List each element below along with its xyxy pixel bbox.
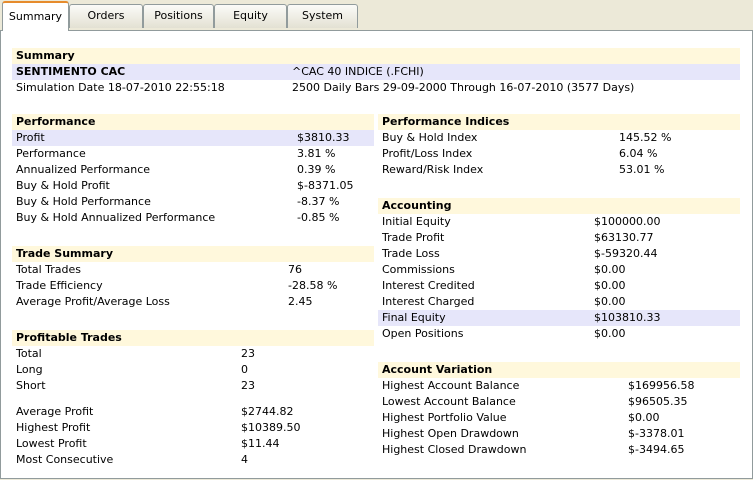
accounting-value: $103810.33 — [594, 311, 661, 324]
account-variation-value: $0.00 — [628, 411, 660, 424]
performance-indices-label: Buy & Hold Index — [382, 131, 478, 144]
performance-indices-header: Performance Indices — [378, 114, 740, 130]
accounting-value: $0.00 — [594, 263, 626, 276]
instrument-name: ^CAC 40 INDICE (.FCHI) — [292, 65, 424, 78]
accounting-label: Trade Loss — [382, 247, 440, 260]
profitable-trades-label: Lowest Profit — [16, 437, 87, 450]
tab-orders[interactable]: Orders — [69, 4, 143, 28]
account-variation-value: $96505.35 — [628, 395, 688, 408]
performance-indices-value: 6.04 % — [619, 147, 658, 160]
trade-summary-label: Trade Efficiency — [16, 279, 103, 292]
trade-summary-label: Average Profit/Average Loss — [16, 295, 170, 308]
trade-summary-value: 2.45 — [288, 295, 313, 308]
performance-label: Profit — [16, 131, 45, 144]
trade-summary-value: 76 — [288, 263, 302, 276]
summary-panel: Summary SENTIMENTO CAC ^CAC 40 INDICE (.… — [0, 30, 753, 479]
trade-summary-label: Total Trades — [16, 263, 82, 276]
performance-label: Buy & Hold Performance — [16, 195, 151, 208]
accounting-value: $63130.77 — [594, 231, 654, 244]
tab-summary[interactable]: Summary — [2, 1, 69, 31]
accounting-value: $0.00 — [594, 279, 626, 292]
performance-indices-label: Reward/Risk Index — [382, 163, 484, 176]
performance-indices-value: 145.52 % — [619, 131, 672, 144]
profitable-trades-value: $11.44 — [241, 437, 280, 450]
bars-range: 2500 Daily Bars 29-09-2000 Through 16-07… — [292, 81, 635, 94]
profitable-trades-value: 0 — [241, 363, 248, 376]
profitable-trades-value: 4 — [241, 453, 248, 466]
tab-bar: Summary Orders Positions Equity System — [0, 0, 753, 31]
performance-value: $3810.33 — [297, 131, 350, 144]
performance-value: 3.81 % — [297, 147, 336, 160]
accounting-label: Open Positions — [382, 327, 464, 340]
performance-value: -8.37 % — [297, 195, 340, 208]
summary-header: Summary — [12, 48, 740, 64]
performance-label: Buy & Hold Profit — [16, 179, 110, 192]
performance-indices-label: Profit/Loss Index — [382, 147, 473, 160]
simulation-date: Simulation Date 18-07-2010 22:55:18 — [16, 81, 225, 94]
profitable-trades-label: Most Consecutive — [16, 453, 114, 466]
profitable-trades-label: Long — [16, 363, 43, 376]
tab-positions[interactable]: Positions — [143, 4, 214, 28]
accounting-value: $0.00 — [594, 327, 626, 340]
profitable-trades-value: $10389.50 — [241, 421, 301, 434]
performance-indices-value: 53.01 % — [619, 163, 665, 176]
account-variation-value: $169956.58 — [628, 379, 695, 392]
accounting-label: Initial Equity — [382, 215, 451, 228]
profitable-trades-value: $2744.82 — [241, 405, 294, 418]
performance-label: Annualized Performance — [16, 163, 151, 176]
accounting-label: Commissions — [382, 263, 455, 276]
performance-label: Performance — [16, 147, 86, 160]
accounting-label: Final Equity — [382, 311, 446, 324]
trade-summary-value: -28.58 % — [288, 279, 338, 292]
profitable-trades-label: Total — [16, 347, 42, 360]
profitable-trades-header: Profitable Trades — [12, 330, 374, 346]
profitable-trades-label: Highest Profit — [16, 421, 91, 434]
account-variation-label: Highest Portfolio Value — [382, 411, 507, 424]
account-variation-value: $-3378.01 — [628, 427, 685, 440]
account-variation-label: Highest Open Drawdown — [382, 427, 519, 440]
trade-summary-header: Trade Summary — [12, 246, 374, 262]
accounting-label: Trade Profit — [382, 231, 445, 244]
tab-system[interactable]: System — [287, 4, 358, 28]
account-variation-label: Highest Account Balance — [382, 379, 520, 392]
profitable-trades-value: 23 — [241, 347, 255, 360]
performance-value: $-8371.05 — [297, 179, 354, 192]
accounting-value: $-59320.44 — [594, 247, 658, 260]
accounting-label: Interest Charged — [382, 295, 475, 308]
tab-equity[interactable]: Equity — [214, 4, 287, 28]
profitable-trades-label: Short — [16, 379, 46, 392]
performance-label: Buy & Hold Annualized Performance — [16, 211, 216, 224]
account-variation-value: $-3494.65 — [628, 443, 685, 456]
account-variation-label: Highest Closed Drawdown — [382, 443, 527, 456]
performance-header: Performance — [12, 114, 374, 130]
accounting-header: Accounting — [378, 198, 740, 214]
profitable-trades-value: 23 — [241, 379, 255, 392]
performance-value: 0.39 % — [297, 163, 336, 176]
accounting-value: $0.00 — [594, 295, 626, 308]
performance-value: -0.85 % — [297, 211, 340, 224]
account-variation-label: Lowest Account Balance — [382, 395, 516, 408]
accounting-label: Interest Credited — [382, 279, 475, 292]
account-variation-header: Account Variation — [378, 362, 740, 378]
system-name: SENTIMENTO CAC — [16, 65, 126, 78]
accounting-value: $100000.00 — [594, 215, 661, 228]
profitable-trades-label: Average Profit — [16, 405, 94, 418]
